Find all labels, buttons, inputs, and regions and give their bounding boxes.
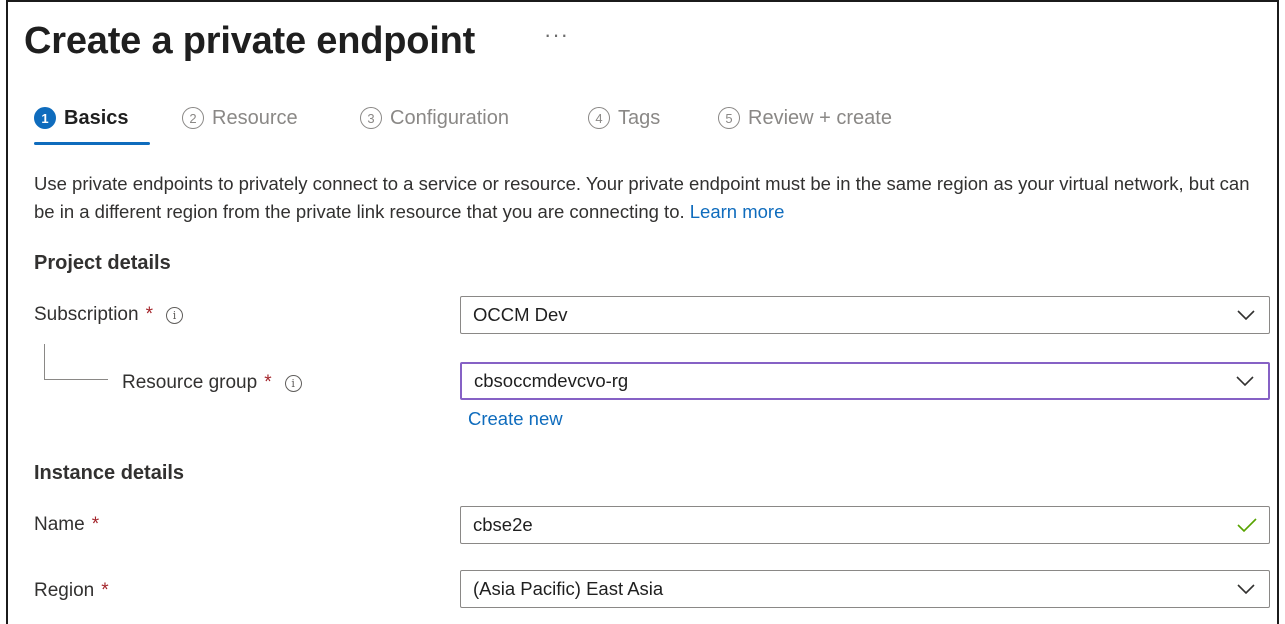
project-details-heading: Project details [34, 252, 171, 274]
create-private-endpoint-panel: Create a private endpoint ··· 1 Basics 2… [6, 0, 1279, 624]
tab-basics[interactable]: 1 Basics [34, 100, 129, 136]
required-marker: * [145, 304, 153, 325]
tab-label: Basics [64, 106, 129, 129]
step-number-icon: 4 [588, 107, 610, 129]
tab-review-create[interactable]: 5 Review + create [718, 100, 892, 136]
subscription-value: OCCM Dev [473, 304, 568, 325]
hierarchy-connector [44, 344, 108, 380]
name-label: Name * [34, 514, 100, 535]
region-label: Region * [34, 580, 109, 601]
subscription-dropdown[interactable]: OCCM Dev [460, 296, 1270, 334]
more-options-icon[interactable]: ··· [544, 22, 569, 48]
description: Use private endpoints to privately conne… [34, 170, 1264, 226]
tab-configuration[interactable]: 3 Configuration [360, 100, 509, 136]
active-tab-indicator [34, 142, 150, 145]
step-number-icon: 3 [360, 107, 382, 129]
required-marker: * [101, 580, 109, 601]
chevron-down-icon [1236, 376, 1254, 386]
required-marker: * [264, 372, 272, 393]
checkmark-icon [1237, 518, 1257, 533]
region-dropdown[interactable]: (Asia Pacific) East Asia [460, 570, 1270, 608]
tab-label: Resource [212, 106, 298, 129]
chevron-down-icon [1237, 310, 1255, 320]
required-marker: * [91, 514, 100, 535]
tab-resource[interactable]: 2 Resource [182, 100, 298, 136]
resource-group-value: cbsoccmdevcvo-rg [474, 370, 629, 391]
tab-label: Review + create [748, 106, 892, 129]
tab-tags[interactable]: 4 Tags [588, 100, 660, 136]
name-input[interactable]: cbse2e [460, 506, 1270, 544]
tab-label: Configuration [390, 106, 509, 129]
step-number-icon: 5 [718, 107, 740, 129]
instance-details-heading: Instance details [34, 462, 185, 484]
tab-label: Tags [618, 106, 661, 129]
step-number-icon: 1 [34, 107, 56, 129]
info-icon[interactable]: i [284, 374, 302, 392]
resource-group-label: Resource group * i [122, 372, 302, 394]
create-new-link[interactable]: Create new [468, 408, 563, 430]
region-value: (Asia Pacific) East Asia [473, 578, 664, 599]
page-title: Create a private endpoint [24, 20, 476, 62]
info-icon[interactable]: i [165, 306, 183, 324]
resource-group-dropdown[interactable]: cbsoccmdevcvo-rg [460, 362, 1270, 400]
learn-more-link[interactable]: Learn more [690, 201, 785, 222]
subscription-label: Subscription * i [34, 304, 183, 326]
step-number-icon: 2 [182, 107, 204, 129]
chevron-down-icon [1237, 584, 1255, 594]
name-value: cbse2e [473, 514, 533, 535]
description-text: Use private endpoints to privately conne… [34, 173, 1250, 222]
